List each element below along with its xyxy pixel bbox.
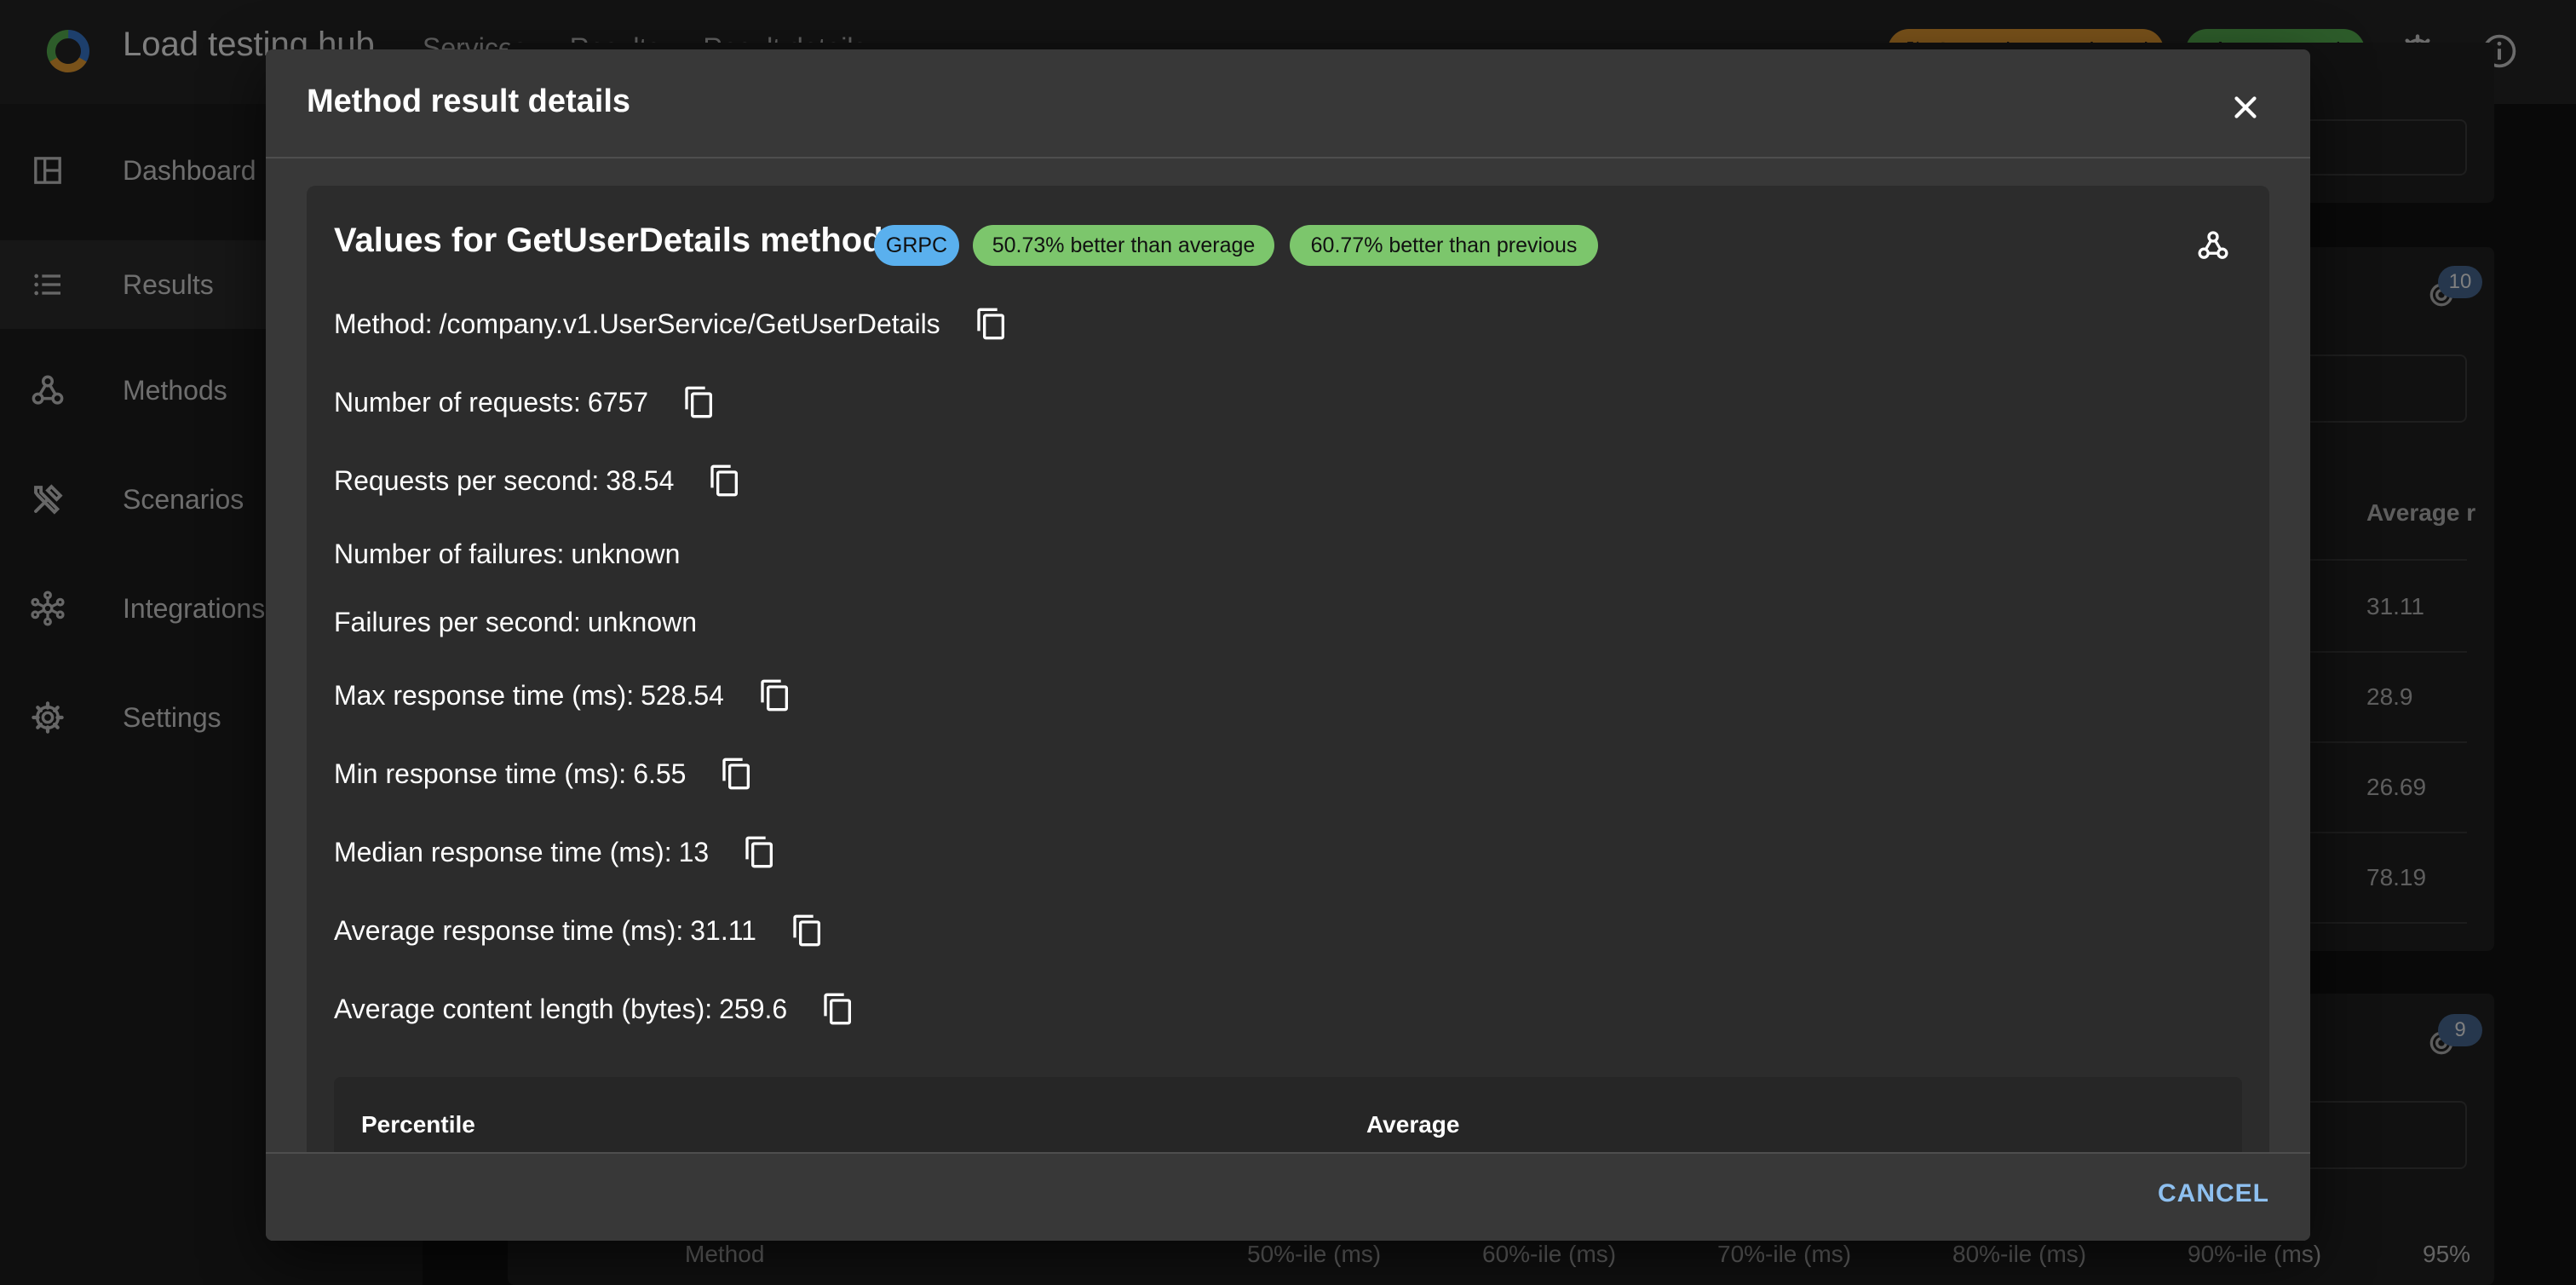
- metric-value: 31.11: [690, 914, 756, 946]
- dialog-body[interactable]: Values for GetUserDetails method GRPC 50…: [307, 186, 2269, 1152]
- metric-average-response-time: Average response time (ms): 31.11: [334, 910, 828, 951]
- metric-method: Method: /company.v1.UserService/GetUserD…: [334, 303, 1012, 344]
- table-header-percentile: Percentile: [361, 1111, 475, 1138]
- webhook-icon: [2198, 231, 2228, 259]
- copy-button[interactable]: [716, 753, 757, 794]
- metric-number-of-failures: Number of failures: unknown: [334, 533, 680, 574]
- metric-value: unknown: [587, 606, 698, 637]
- copy-icon: [824, 993, 852, 1025]
- metric-label: Number of requests:: [334, 386, 581, 418]
- copy-button[interactable]: [787, 910, 828, 951]
- metric-label: Number of failures:: [334, 538, 565, 569]
- copy-button[interactable]: [755, 675, 796, 716]
- dialog-footer: CANCEL: [266, 1152, 2310, 1241]
- copy-button[interactable]: [971, 303, 1012, 344]
- metric-median-response-time: Median response time (ms): 13: [334, 832, 780, 873]
- better-than-previous-chip: 60.77% better than previous: [1290, 225, 1598, 266]
- metric-label: Median response time (ms):: [334, 836, 672, 867]
- dialog-title: Method result details: [307, 84, 631, 119]
- copy-button[interactable]: [818, 988, 859, 1029]
- copy-icon: [710, 464, 739, 497]
- close-icon: [2234, 96, 2257, 118]
- metric-average-content-length: Average content length (bytes): 259.6: [334, 988, 859, 1029]
- metric-value: 13: [678, 836, 710, 867]
- metric-failures-per-second: Failures per second: unknown: [334, 602, 697, 642]
- metric-value: /company.v1.UserService/GetUserDetails: [439, 308, 940, 339]
- copy-icon: [793, 914, 820, 947]
- metric-min-response-time: Min response time (ms): 6.55: [334, 753, 757, 794]
- better-than-average-chip: 50.73% better than average: [973, 225, 1274, 266]
- metric-value: unknown: [571, 538, 681, 569]
- table-header-average: Average: [1366, 1111, 1460, 1138]
- method-values-panel: Values for GetUserDetails method GRPC 50…: [307, 186, 2269, 1152]
- metric-label: Max response time (ms):: [334, 679, 635, 711]
- methods-link-button[interactable]: [2191, 223, 2235, 268]
- copy-icon: [761, 679, 788, 712]
- copy-icon: [685, 386, 713, 418]
- dialog-header: Method result details: [266, 49, 2310, 158]
- copy-button[interactable]: [679, 382, 720, 423]
- panel-title: Values for GetUserDetails method: [334, 222, 883, 259]
- metric-label: Requests per second:: [334, 464, 600, 496]
- metric-label: Failures per second:: [334, 606, 581, 637]
- metric-label: Min response time (ms):: [334, 758, 627, 789]
- cancel-button[interactable]: CANCEL: [2158, 1179, 2269, 1208]
- method-result-dialog: Method result details Values for GetUser…: [266, 49, 2310, 1241]
- metric-max-response-time: Max response time (ms): 528.54: [334, 675, 796, 716]
- close-button[interactable]: [2222, 84, 2269, 131]
- metric-label: Average content length (bytes):: [334, 993, 713, 1024]
- copy-icon: [745, 836, 773, 868]
- metric-requests-per-second: Requests per second: 38.54: [334, 460, 745, 501]
- copy-icon: [722, 758, 750, 790]
- protocol-chip: GRPC: [874, 225, 959, 266]
- copy-button[interactable]: [704, 460, 745, 501]
- metric-value: 38.54: [606, 464, 675, 496]
- metric-value: 528.54: [641, 679, 724, 711]
- percentile-table: Percentile Average: [334, 1077, 2242, 1152]
- metric-value: 6.55: [633, 758, 687, 789]
- metric-label: Average response time (ms):: [334, 914, 684, 946]
- copy-button[interactable]: [739, 832, 780, 873]
- copy-icon: [977, 308, 1004, 340]
- metric-label: Method:: [334, 308, 433, 339]
- metric-value: 259.6: [719, 993, 788, 1024]
- metric-value: 6757: [587, 386, 649, 418]
- metric-number-of-requests: Number of requests: 6757: [334, 382, 720, 423]
